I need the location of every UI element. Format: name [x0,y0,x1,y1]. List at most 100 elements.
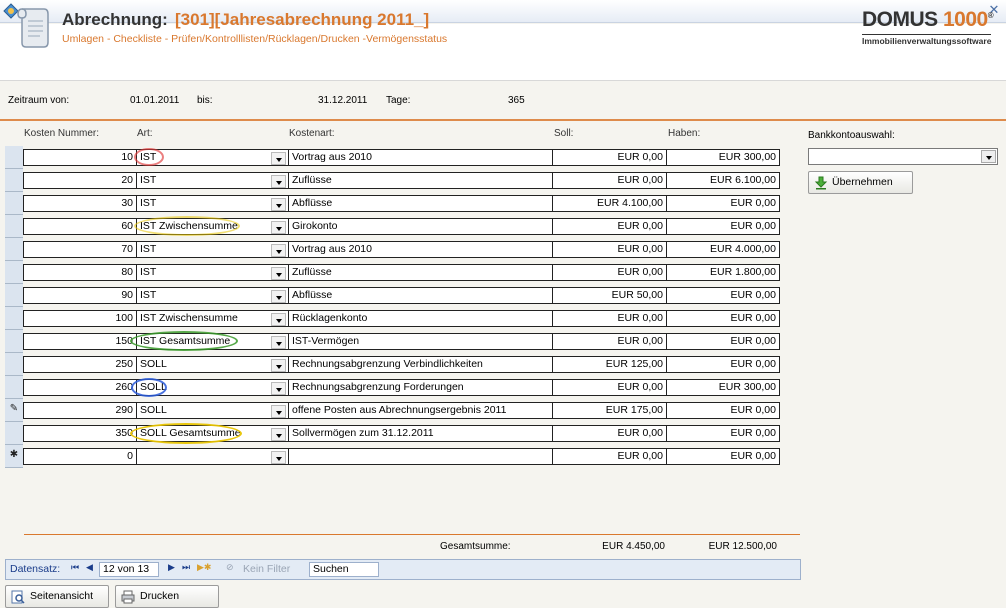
art-select-cell[interactable]: SOLL [136,356,289,373]
chevron-down-icon[interactable] [271,405,286,418]
row-selector[interactable] [5,353,23,376]
table-row[interactable]: 100 IST Zwischensumme Rücklagenkonto EUR 0,… [5,307,781,330]
row-selector[interactable] [5,238,23,261]
haben-cell[interactable]: EUR 0,00 [666,356,780,373]
chevron-down-icon[interactable] [271,451,286,464]
row-selector[interactable] [5,192,23,215]
table-row[interactable]: 10 IST Vortrag aus 2010 EUR 0,00 EUR 300,00 [5,146,781,169]
kosten-nummer-cell[interactable]: 350 [23,425,137,442]
kostenart-cell[interactable]: Rücklagenkonto [288,310,553,327]
table-row[interactable]: 250 SOLL Rechnungsabgrenzung Verbindlichke… [5,353,781,376]
drucken-button[interactable]: Drucken [115,585,219,608]
haben-cell[interactable]: EUR 1.800,00 [666,264,780,281]
previous-record-icon[interactable]: ◀ [86,563,93,573]
chevron-down-icon[interactable] [271,198,286,211]
row-selector[interactable] [5,146,23,169]
art-select-cell[interactable]: IST [136,287,289,304]
kosten-nummer-cell[interactable]: 90 [23,287,137,304]
haben-cell[interactable]: EUR 0,00 [666,425,780,442]
soll-cell[interactable]: EUR 0,00 [552,264,667,281]
table-row[interactable]: 60 IST Zwischensumme Girokonto EUR 0,00 EUR … [5,215,781,238]
kostenart-cell[interactable]: Zuflüsse [288,264,553,281]
art-select-cell[interactable]: IST Zwischensumme [136,218,289,235]
table-row[interactable]: 20 IST Zuflüsse EUR 0,00 EUR 6.100,00 [5,169,781,192]
table-row[interactable]: 90 IST Abflüsse EUR 50,00 EUR 0,00 [5,284,781,307]
haben-cell[interactable]: EUR 0,00 [666,218,780,235]
art-select-cell[interactable]: IST [136,195,289,212]
filter-icon[interactable]: ⊘ [226,563,234,573]
row-selector[interactable] [5,261,23,284]
row-selector[interactable] [5,169,23,192]
kosten-nummer-cell[interactable]: 0 [23,448,137,465]
last-record-icon[interactable]: ⏭ [182,563,190,573]
kosten-nummer-cell[interactable]: 250 [23,356,137,373]
next-record-icon[interactable]: ▶ [168,563,175,573]
kosten-nummer-cell[interactable]: 100 [23,310,137,327]
row-selector[interactable] [5,284,23,307]
haben-cell[interactable]: EUR 6.100,00 [666,172,780,189]
kostenart-cell[interactable]: Abflüsse [288,195,553,212]
kostenart-cell[interactable]: Rechnungsabgrenzung Forderungen [288,379,553,396]
art-select-cell[interactable]: SOLL [136,379,289,396]
soll-cell[interactable]: EUR 0,00 [552,218,667,235]
record-position-input[interactable]: 12 von 13 [99,562,159,577]
art-select-cell[interactable]: IST Gesamtsumme [136,333,289,350]
kosten-nummer-cell[interactable]: 70 [23,241,137,258]
haben-cell[interactable]: EUR 4.000,00 [666,241,780,258]
art-select-cell[interactable]: IST [136,149,289,166]
haben-cell[interactable]: EUR 300,00 [666,149,780,166]
row-selector[interactable] [5,376,23,399]
soll-cell[interactable]: EUR 0,00 [552,333,667,350]
soll-cell[interactable]: EUR 0,00 [552,448,667,465]
table-row[interactable]: 70 IST Vortrag aus 2010 EUR 0,00 EUR 4.000,0… [5,238,781,261]
soll-cell[interactable]: EUR 0,00 [552,241,667,258]
art-select-cell[interactable]: IST [136,241,289,258]
row-selector[interactable]: ✱ [5,445,23,468]
chevron-down-icon[interactable] [271,221,286,234]
row-selector[interactable]: ✎ [5,399,23,422]
chevron-down-icon[interactable] [271,290,286,303]
kostenart-cell[interactable]: Abflüsse [288,287,553,304]
table-row[interactable]: 30 IST Abflüsse EUR 4.100,00 EUR 0,00 [5,192,781,215]
new-record-icon[interactable]: ▶✱ [197,563,211,573]
kosten-nummer-cell[interactable]: 10 [23,149,137,166]
kostenart-cell[interactable]: IST-Vermögen [288,333,553,350]
table-row[interactable]: 150 IST Gesamtsumme IST-Vermögen EUR 0,00 EU… [5,330,781,353]
bankkonto-select[interactable] [808,148,998,165]
kosten-nummer-cell[interactable]: 20 [23,172,137,189]
kein-filter-label[interactable]: Kein Filter [243,563,290,575]
kosten-nummer-cell[interactable]: 260 [23,379,137,396]
chevron-down-icon[interactable] [981,150,996,163]
soll-cell[interactable]: EUR 125,00 [552,356,667,373]
haben-cell[interactable]: EUR 0,00 [666,333,780,350]
haben-cell[interactable]: EUR 0,00 [666,195,780,212]
art-select-cell[interactable]: SOLL [136,402,289,419]
row-selector[interactable] [5,307,23,330]
kosten-nummer-cell[interactable]: 150 [23,333,137,350]
first-record-icon[interactable]: ⏮ [71,563,79,573]
haben-cell[interactable]: EUR 0,00 [666,287,780,304]
art-select-cell[interactable]: SOLL Gesamtsumme [136,425,289,442]
haben-cell[interactable]: EUR 300,00 [666,379,780,396]
table-row[interactable]: 260 SOLL Rechnungsabgrenzung Forderungen EU… [5,376,781,399]
chevron-down-icon[interactable] [271,428,286,441]
soll-cell[interactable]: EUR 0,00 [552,310,667,327]
row-selector[interactable] [5,330,23,353]
kosten-nummer-cell[interactable]: 80 [23,264,137,281]
art-select-cell[interactable] [136,448,289,465]
art-select-cell[interactable]: IST Zwischensumme [136,310,289,327]
chevron-down-icon[interactable] [271,359,286,372]
kostenart-cell[interactable]: Vortrag aus 2010 [288,241,553,258]
uebernehmen-button[interactable]: Übernehmen [808,171,913,194]
table-row[interactable]: 350 SOLL Gesamtsumme Sollvermögen zum 31.1… [5,422,781,445]
haben-cell[interactable]: EUR 0,00 [666,448,780,465]
row-selector[interactable] [5,215,23,238]
row-selector[interactable] [5,422,23,445]
table-row[interactable]: 80 IST Zuflüsse EUR 0,00 EUR 1.800,00 [5,261,781,284]
chevron-down-icon[interactable] [271,267,286,280]
kostenart-cell[interactable]: Sollvermögen zum 31.12.2011 [288,425,553,442]
kostenart-cell[interactable]: Girokonto [288,218,553,235]
seitenansicht-button[interactable]: Seitenansicht [5,585,109,608]
kostenart-cell[interactable]: Rechnungsabgrenzung Verbindlichkeiten [288,356,553,373]
search-input[interactable]: Suchen [309,562,379,577]
